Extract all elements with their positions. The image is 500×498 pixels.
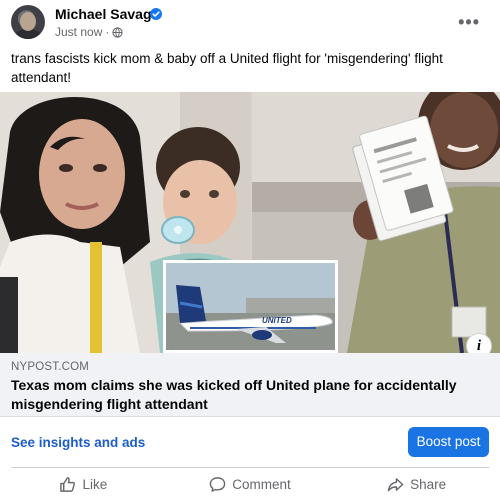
post-header: Michael Savage Just now · ••• — [0, 0, 500, 44]
meta-separator: · — [105, 25, 110, 39]
link-headline: Texas mom claims she was kicked off Unit… — [11, 377, 457, 412]
more-options-icon[interactable]: ••• — [458, 12, 480, 33]
like-label: Like — [82, 476, 108, 492]
divider — [11, 467, 489, 468]
photo-united-plane: UNITED — [163, 260, 338, 353]
avatar[interactable] — [11, 5, 45, 39]
see-insights-link[interactable]: See insights and ads — [11, 435, 145, 450]
share-label: Share — [410, 476, 447, 492]
link-preview-image[interactable]: UNITED — [0, 92, 500, 353]
share-button[interactable]: Share — [333, 470, 500, 498]
verified-badge-icon — [150, 8, 162, 20]
like-button[interactable]: Like — [0, 470, 167, 498]
post-caption: trans fascists kick mom & baby off a Uni… — [11, 51, 443, 85]
reaction-bar: Like Comment Share — [0, 470, 500, 498]
avatar-face — [20, 12, 36, 31]
share-icon — [387, 477, 404, 491]
post-timestamp[interactable]: Just now — [55, 25, 102, 39]
thumbs-up-icon — [60, 476, 76, 492]
link-domain: NYPOST.COM — [11, 361, 90, 373]
author-name[interactable]: Michael Savage — [55, 6, 159, 22]
comment-icon — [209, 476, 226, 492]
comment-button[interactable]: Comment — [167, 470, 334, 498]
comment-label: Comment — [232, 476, 291, 492]
boost-post-button[interactable]: Boost post — [408, 427, 489, 457]
link-preview-box[interactable]: NYPOST.COM Texas mom claims she was kick… — [0, 353, 500, 417]
globe-icon[interactable] — [112, 26, 123, 38]
post-meta: Just now · — [55, 25, 123, 39]
united-logo-text: UNITED — [262, 316, 292, 325]
